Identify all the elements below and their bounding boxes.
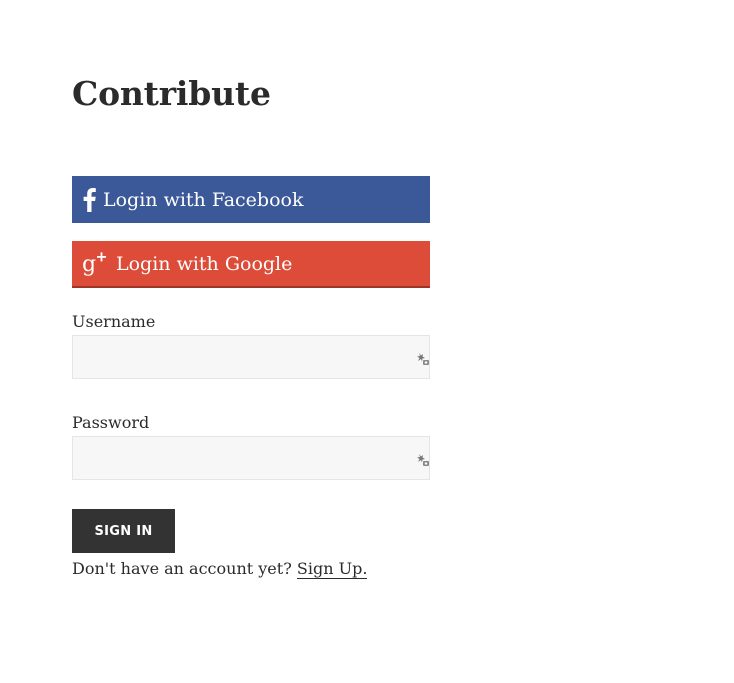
username-label: Username: [72, 312, 156, 331]
login-facebook-button[interactable]: Login with Facebook: [72, 176, 430, 223]
signup-prompt: Don't have an account yet? Sign Up.: [72, 558, 368, 580]
facebook-icon: [81, 186, 97, 214]
key-icon[interactable]: [416, 452, 430, 466]
key-icon[interactable]: [416, 351, 430, 365]
svg-text:g: g: [82, 252, 96, 277]
login-google-label: Login with Google: [116, 252, 293, 275]
page-title: Contribute: [72, 74, 271, 113]
password-input[interactable]: [72, 436, 430, 480]
signup-prompt-text: Don't have an account yet?: [72, 559, 292, 578]
password-label: Password: [72, 413, 150, 432]
username-input[interactable]: [72, 335, 430, 379]
login-facebook-label: Login with Facebook: [103, 188, 304, 211]
sign-up-link[interactable]: Sign Up.: [296, 559, 368, 579]
google-plus-icon: g: [81, 250, 109, 278]
sign-in-button[interactable]: SIGN IN: [72, 509, 175, 553]
login-google-button[interactable]: g Login with Google: [72, 241, 430, 288]
